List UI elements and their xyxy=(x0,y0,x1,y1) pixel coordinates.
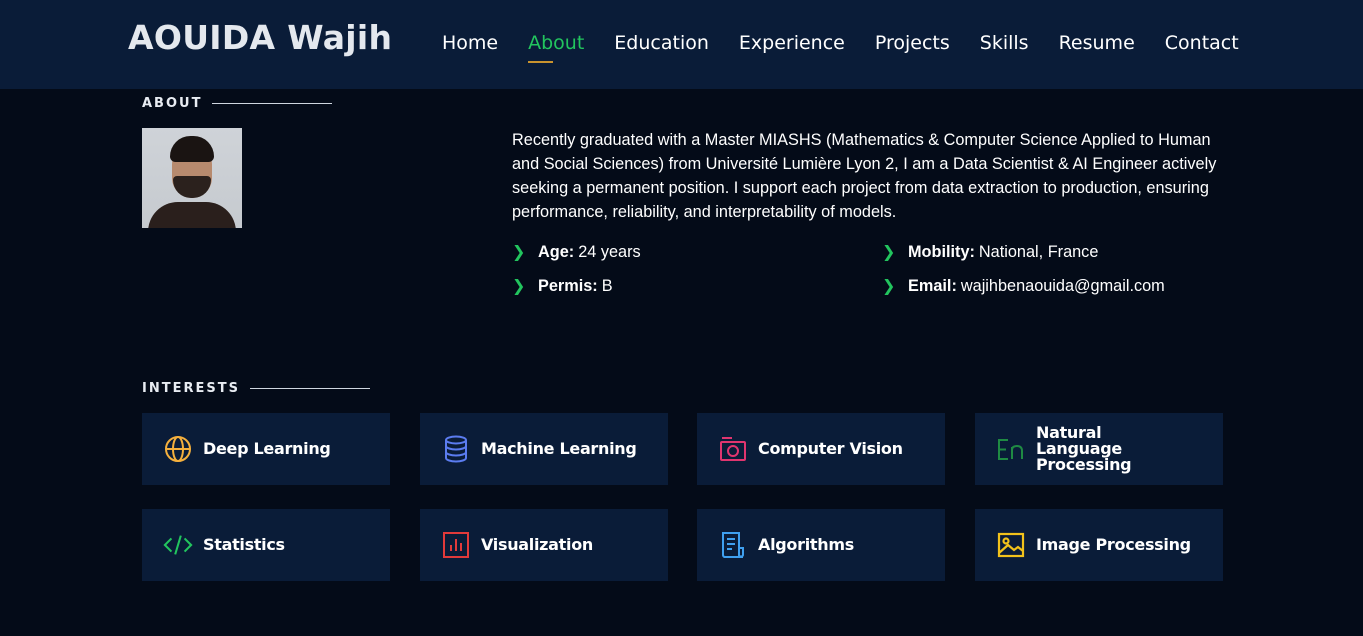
info-age: ❯ Age: 24 years xyxy=(512,242,641,262)
about-title-text: ABOUT xyxy=(142,96,203,111)
site-logo[interactable]: AOUIDA Wajih xyxy=(128,18,392,57)
interest-label: Image Processing xyxy=(1036,535,1191,554)
code-icon xyxy=(163,530,193,560)
chevron-right-icon: ❯ xyxy=(512,278,526,295)
info-label: Permis: xyxy=(538,276,598,295)
about-section-title: ABOUT xyxy=(142,96,333,111)
interest-label: Algorithms xyxy=(758,535,854,554)
main-nav: Home About Education Experience Projects… xyxy=(442,31,1269,63)
bar-chart-icon xyxy=(441,530,471,560)
interest-card-computer-vision: Computer Vision xyxy=(697,413,945,485)
nav-education[interactable]: Education xyxy=(614,31,709,55)
nav-home[interactable]: Home xyxy=(442,31,498,55)
title-divider xyxy=(249,388,370,389)
image-icon xyxy=(996,530,1026,560)
interests-section-title: INTERESTS xyxy=(142,381,370,396)
info-permis: ❯ Permis: B xyxy=(512,276,613,296)
about-bio: Recently graduated with a Master MIASHS … xyxy=(512,131,1217,221)
interest-label: Deep Learning xyxy=(203,439,331,458)
nav-resume[interactable]: Resume xyxy=(1059,31,1135,55)
nav-about[interactable]: About xyxy=(528,31,584,63)
nav-experience[interactable]: Experience xyxy=(739,31,845,55)
interest-label: Natural Language Processing xyxy=(1036,423,1132,474)
database-icon xyxy=(441,434,471,464)
globe-icon xyxy=(163,434,193,464)
interest-label: Visualization xyxy=(481,535,593,554)
info-email: ❯ Email: wajihbenaouida@gmail.com xyxy=(882,276,1165,296)
info-label: Email: xyxy=(908,276,957,295)
interest-card-image-processing: Image Processing xyxy=(975,509,1223,581)
camera-icon xyxy=(718,434,748,464)
interest-card-statistics: Statistics xyxy=(142,509,390,581)
interest-card-visualization: Visualization xyxy=(420,509,668,581)
interest-label: Computer Vision xyxy=(758,439,903,458)
interest-card-machine-learning: Machine Learning xyxy=(420,413,668,485)
chevron-right-icon: ❯ xyxy=(882,278,896,295)
chevron-right-icon: ❯ xyxy=(512,244,526,261)
profile-photo xyxy=(142,128,242,228)
nav-contact[interactable]: Contact xyxy=(1165,31,1239,55)
interest-card-algorithms: Algorithms xyxy=(697,509,945,581)
interest-label: Statistics xyxy=(203,535,285,554)
interest-card-deep-learning: Deep Learning xyxy=(142,413,390,485)
info-value: National, France xyxy=(978,242,1099,261)
info-label: Age: xyxy=(538,242,575,261)
language-icon xyxy=(996,434,1026,464)
info-value: B xyxy=(601,276,613,295)
info-value[interactable]: wajihbenaouida@gmail.com xyxy=(961,277,1165,296)
info-label: Mobility: xyxy=(908,242,975,261)
nav-skills[interactable]: Skills xyxy=(980,31,1029,55)
document-icon xyxy=(718,530,748,560)
info-mobility: ❯ Mobility: National, France xyxy=(882,242,1098,262)
interest-label: Machine Learning xyxy=(481,439,637,458)
site-header: AOUIDA Wajih Home About Education Experi… xyxy=(0,0,1363,89)
chevron-right-icon: ❯ xyxy=(882,244,896,261)
interests-title-text: INTERESTS xyxy=(142,381,240,396)
title-divider xyxy=(212,103,333,104)
info-value: 24 years xyxy=(578,242,641,261)
interest-card-nlp: Natural Language Processing xyxy=(975,413,1223,485)
nav-projects[interactable]: Projects xyxy=(875,31,950,55)
